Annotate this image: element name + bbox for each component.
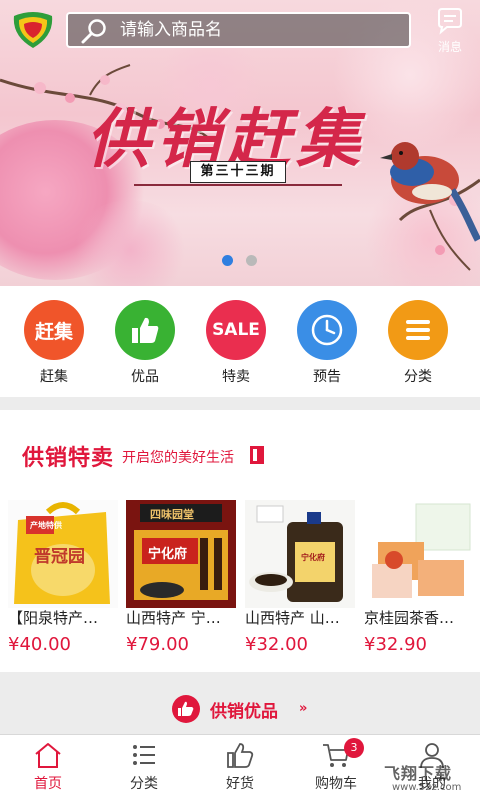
premium-link[interactable]: 供销优品 » [166, 694, 326, 726]
product-tag-text: 产地特供 [30, 521, 62, 530]
nav-label: 分类 [130, 776, 158, 792]
flag-icon [250, 446, 264, 464]
product-image-vinegar-jug [249, 505, 343, 602]
product-card[interactable]: 京桂园茶香… ¥32.90 [364, 500, 474, 665]
ganji-badge: 赶集 [24, 300, 84, 360]
banner-issue-frame: 第三十三期 [134, 160, 342, 190]
user-icon [420, 743, 444, 769]
product-sign-text: 四味园堂 [150, 508, 194, 521]
category-row: 赶集 赶集 优品 SALE 特卖 预告 分类 [0, 286, 480, 397]
product-brand-text: 晋冠园 [34, 547, 85, 567]
home-icon [35, 743, 61, 768]
menu-icon [406, 320, 430, 340]
category-icon-circle [297, 300, 357, 360]
product-image: 产地特供 晋冠园 [8, 500, 118, 608]
category-ganji[interactable]: 赶集 赶集 [19, 300, 89, 390]
nav-label: 好货 [226, 776, 254, 792]
bottom-nav: 首页 分类 好货 3 购物车 我的 [0, 734, 480, 800]
message-button[interactable]: 消息 [430, 6, 470, 54]
section-subtitle: 开启您的美好生活 [122, 450, 234, 466]
category-yugao[interactable]: 预告 [292, 300, 362, 390]
double-chevron-icon: » [299, 701, 308, 716]
product-brand-text: 宁化府 [148, 547, 188, 562]
search-icon [81, 19, 106, 44]
premium-badge [172, 695, 200, 723]
category-label: 特卖 [222, 369, 250, 385]
list-icon [133, 745, 155, 765]
product-price: ¥32.00 [245, 634, 308, 655]
section-header[interactable]: 供销特卖 开启您的美好生活 [22, 440, 442, 471]
app-screen: 供销赶集 第三十三期 消息 赶集 赶集 [0, 0, 480, 800]
app-logo[interactable] [10, 10, 56, 50]
special-sale-section: 供销特卖 开启您的美好生活 产地特供 晋冠园 【阳泉特产… ¥40.00 四味园… [0, 410, 480, 672]
carousel-dot[interactable] [246, 255, 257, 266]
product-image [364, 500, 474, 608]
category-temai[interactable]: SALE 特卖 [201, 300, 271, 390]
product-card[interactable]: 产地特供 晋冠园 【阳泉特产… ¥40.00 [8, 500, 118, 665]
divider [134, 184, 342, 186]
section-title: 供销特卖 [22, 446, 115, 471]
category-label: 赶集 [40, 369, 68, 385]
nav-label: 首页 [34, 776, 62, 792]
category-icon-circle [115, 300, 175, 360]
category-label: 分类 [404, 369, 432, 385]
clock-icon [311, 314, 343, 346]
product-price: ¥40.00 [8, 634, 71, 655]
category-icon-circle [388, 300, 448, 360]
product-image: 宁化府 [245, 500, 355, 608]
product-card[interactable]: 宁化府 山西特产 山… ¥32.00 [245, 500, 355, 665]
category-youpin[interactable]: 优品 [110, 300, 180, 390]
premium-section-header: 供销优品 » [0, 684, 480, 734]
category-label: 预告 [313, 369, 341, 385]
product-name: 山西特产 山… [245, 609, 340, 627]
search-box[interactable] [66, 12, 411, 48]
product-image: 四味园堂 宁化府 [126, 500, 236, 608]
banner-title: 供销赶集 [86, 102, 366, 177]
nav-cart[interactable]: 3 购物车 [288, 735, 384, 800]
category-fenlei[interactable]: 分类 [383, 300, 453, 390]
product-name: 【阳泉特产… [8, 609, 99, 627]
banner-issue-label: 第三十三期 [190, 161, 286, 183]
product-image-snack-pack [372, 503, 471, 598]
category-label: 优品 [131, 369, 159, 385]
product-label-text: 宁化府 [301, 553, 325, 562]
product-name: 山西特产 宁… [126, 609, 221, 627]
cart-count-badge: 3 [344, 738, 364, 758]
chat-bubble-icon [438, 8, 462, 35]
nav-category[interactable]: 分类 [96, 735, 192, 800]
search-input[interactable] [120, 14, 405, 46]
thumbs-up-icon [178, 701, 194, 716]
nav-label: 购物车 [315, 776, 357, 792]
product-price: ¥32.90 [364, 634, 427, 655]
premium-label: 供销优品 [210, 702, 278, 722]
nav-label: 我的 [418, 776, 446, 792]
product-name: 京桂园茶香… [364, 609, 455, 627]
nav-good-items[interactable]: 好货 [192, 735, 288, 800]
product-list: 产地特供 晋冠园 【阳泉特产… ¥40.00 四味园堂 宁化府 山西特产 宁… … [8, 500, 480, 665]
product-price: ¥79.00 [126, 634, 189, 655]
thumbs-up-icon [227, 743, 254, 768]
nav-home[interactable]: 首页 [0, 735, 96, 800]
product-card[interactable]: 四味园堂 宁化府 山西特产 宁… ¥79.00 [126, 500, 236, 665]
thumbs-up-icon [132, 317, 159, 343]
nav-profile[interactable]: 我的 [384, 735, 480, 800]
sale-badge: SALE [206, 300, 266, 360]
message-label: 消息 [437, 40, 462, 54]
carousel-dot-active[interactable] [222, 255, 233, 266]
